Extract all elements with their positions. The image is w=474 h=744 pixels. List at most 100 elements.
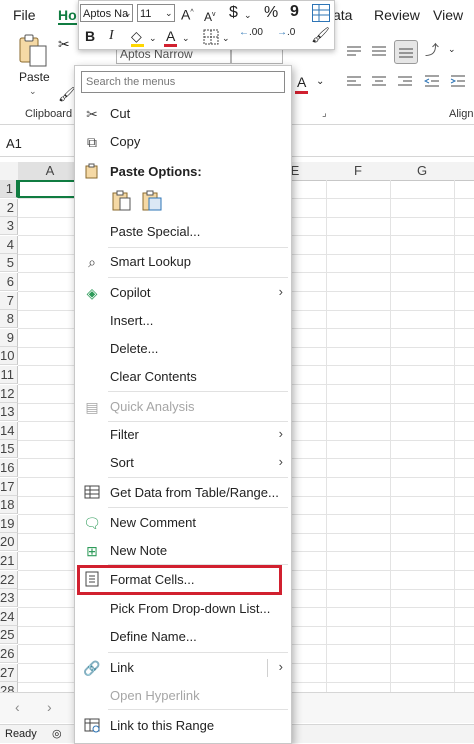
- tab-view[interactable]: View: [433, 7, 463, 23]
- align-center-icon[interactable]: [371, 74, 387, 91]
- row-header[interactable]: 18: [0, 496, 18, 515]
- chevron-down-icon[interactable]: ⌄: [182, 29, 190, 47]
- align-middle-icon[interactable]: [371, 44, 387, 61]
- increase-indent-icon[interactable]: [450, 74, 466, 91]
- row-header[interactable]: 9: [0, 328, 18, 347]
- name-box[interactable]: A1: [6, 136, 22, 151]
- menu-item-copy[interactable]: ⧉ Copy: [75, 129, 291, 155]
- decrease-decimal-button[interactable]: →.0: [277, 28, 295, 38]
- format-table-icon[interactable]: [312, 4, 330, 22]
- menu-item-paste-special[interactable]: Paste Special...: [75, 219, 291, 245]
- comma-style-button[interactable]: 9: [290, 3, 299, 21]
- row-header[interactable]: 7: [0, 291, 18, 310]
- row-header[interactable]: 20: [0, 533, 18, 552]
- tab-home[interactable]: Ho: [58, 7, 77, 25]
- menu-search-input[interactable]: Search the menus: [81, 71, 285, 93]
- scroll-left-icon[interactable]: ‹: [15, 699, 20, 715]
- row-header[interactable]: 5: [0, 254, 18, 273]
- menu-item-copilot[interactable]: ◈ Copilot ›: [75, 280, 291, 306]
- row-header[interactable]: 2: [0, 198, 18, 217]
- chevron-down-icon[interactable]: ⌄: [124, 4, 132, 22]
- menu-item-new-comment[interactable]: 🗨 New Comment: [75, 510, 291, 536]
- row-header[interactable]: 1: [0, 180, 18, 198]
- decrease-indent-icon[interactable]: [423, 74, 440, 91]
- menu-item-get-data[interactable]: Get Data from Table/Range...: [75, 480, 291, 506]
- percent-button[interactable]: %: [264, 4, 278, 22]
- font-color-button[interactable]: A: [166, 27, 175, 45]
- paste-option-picture-icon[interactable]: [141, 190, 163, 212]
- fill-color-icon[interactable]: ◇: [131, 27, 142, 45]
- scroll-right-icon[interactable]: ›: [47, 699, 52, 715]
- menu-item-link-to-range[interactable]: Link to this Range: [75, 713, 291, 739]
- paste-option-default-icon[interactable]: [111, 190, 133, 212]
- menu-item-define-name[interactable]: Define Name...: [75, 624, 291, 650]
- tab-review[interactable]: Review: [374, 7, 420, 23]
- borders-icon[interactable]: [203, 29, 219, 48]
- column-header-g[interactable]: G: [390, 162, 455, 181]
- row-header[interactable]: 8: [0, 310, 18, 329]
- dialog-launcher-icon[interactable]: ⌟: [322, 108, 327, 119]
- italic-button[interactable]: I: [109, 27, 114, 45]
- menu-item-sort[interactable]: Sort ›: [75, 450, 291, 476]
- row-header[interactable]: 12: [0, 384, 18, 403]
- paste-label[interactable]: Paste: [19, 70, 50, 84]
- tab-data[interactable]: ata: [333, 7, 352, 23]
- chevron-down-icon[interactable]: ⌄: [149, 29, 157, 47]
- bold-button[interactable]: B: [85, 27, 95, 45]
- row-header[interactable]: 24: [0, 607, 18, 626]
- tab-file[interactable]: File: [13, 7, 36, 23]
- active-cell-a1[interactable]: [18, 180, 82, 198]
- row-header[interactable]: 26: [0, 645, 18, 663]
- row-header[interactable]: 19: [0, 514, 18, 533]
- orientation-icon[interactable]: ⤴: [425, 40, 439, 60]
- chevron-down-icon[interactable]: ⌄: [244, 6, 252, 24]
- scissors-icon[interactable]: ✂: [58, 36, 70, 53]
- chevron-down-icon[interactable]: ⌄: [165, 4, 173, 22]
- column-header-f[interactable]: F: [326, 162, 391, 181]
- chevron-down-icon[interactable]: ⌄: [448, 44, 456, 55]
- menu-item-cut[interactable]: ✂ Cut: [75, 101, 291, 127]
- grow-font-button[interactable]: A^: [181, 4, 194, 24]
- row-header[interactable]: 23: [0, 589, 18, 608]
- format-painter-icon[interactable]: 🖌: [311, 27, 330, 45]
- currency-button[interactable]: $: [229, 4, 238, 22]
- row-header[interactable]: 11: [0, 366, 18, 384]
- row-header[interactable]: 4: [0, 235, 18, 254]
- align-right-icon[interactable]: [397, 74, 413, 91]
- increase-decimal-button[interactable]: ←.00: [239, 28, 263, 38]
- chevron-down-icon[interactable]: ⌄: [29, 86, 37, 97]
- paste-options-header: Paste Options:: [75, 159, 291, 185]
- row-header[interactable]: 10: [0, 347, 18, 366]
- font-color-icon[interactable]: A: [297, 74, 306, 90]
- chevron-down-icon[interactable]: ⌄: [222, 29, 230, 47]
- align-left-icon[interactable]: [346, 74, 362, 91]
- chevron-right-icon[interactable]: ›: [279, 659, 283, 674]
- menu-item-link[interactable]: 🔗 Link ›: [75, 655, 291, 681]
- chevron-down-icon[interactable]: ⌄: [316, 76, 324, 87]
- row-header[interactable]: 6: [0, 273, 18, 291]
- row-header[interactable]: 15: [0, 440, 18, 459]
- menu-item-pick-from-list[interactable]: Pick From Drop-down List...: [75, 596, 291, 622]
- menu-item-smart-lookup[interactable]: ⌕ Smart Lookup: [75, 249, 291, 275]
- menu-item-filter[interactable]: Filter ›: [75, 422, 291, 448]
- row-header[interactable]: 14: [0, 421, 18, 440]
- row-header[interactable]: 17: [0, 477, 18, 496]
- row-header[interactable]: 3: [0, 217, 18, 236]
- menu-item-delete[interactable]: Delete...: [75, 336, 291, 362]
- row-header[interactable]: 25: [0, 626, 18, 645]
- shrink-font-button[interactable]: Av: [204, 6, 216, 26]
- align-top-icon[interactable]: [346, 44, 362, 61]
- row-header[interactable]: 13: [0, 403, 18, 422]
- paste-icon[interactable]: [14, 34, 50, 68]
- row-header[interactable]: 27: [0, 663, 18, 682]
- select-all-corner[interactable]: [0, 162, 19, 181]
- row-header[interactable]: 16: [0, 459, 18, 477]
- menu-item-clear-contents[interactable]: Clear Contents: [75, 364, 291, 390]
- row-header[interactable]: 21: [0, 552, 18, 570]
- accessibility-icon[interactable]: ◎: [52, 727, 62, 740]
- row-header[interactable]: 22: [0, 570, 18, 589]
- menu-item-new-note[interactable]: ⊞ New Note: [75, 538, 291, 564]
- align-bottom-button[interactable]: [394, 40, 418, 64]
- column-header-h[interactable]: [454, 162, 474, 181]
- menu-item-insert[interactable]: Insert...: [75, 308, 291, 334]
